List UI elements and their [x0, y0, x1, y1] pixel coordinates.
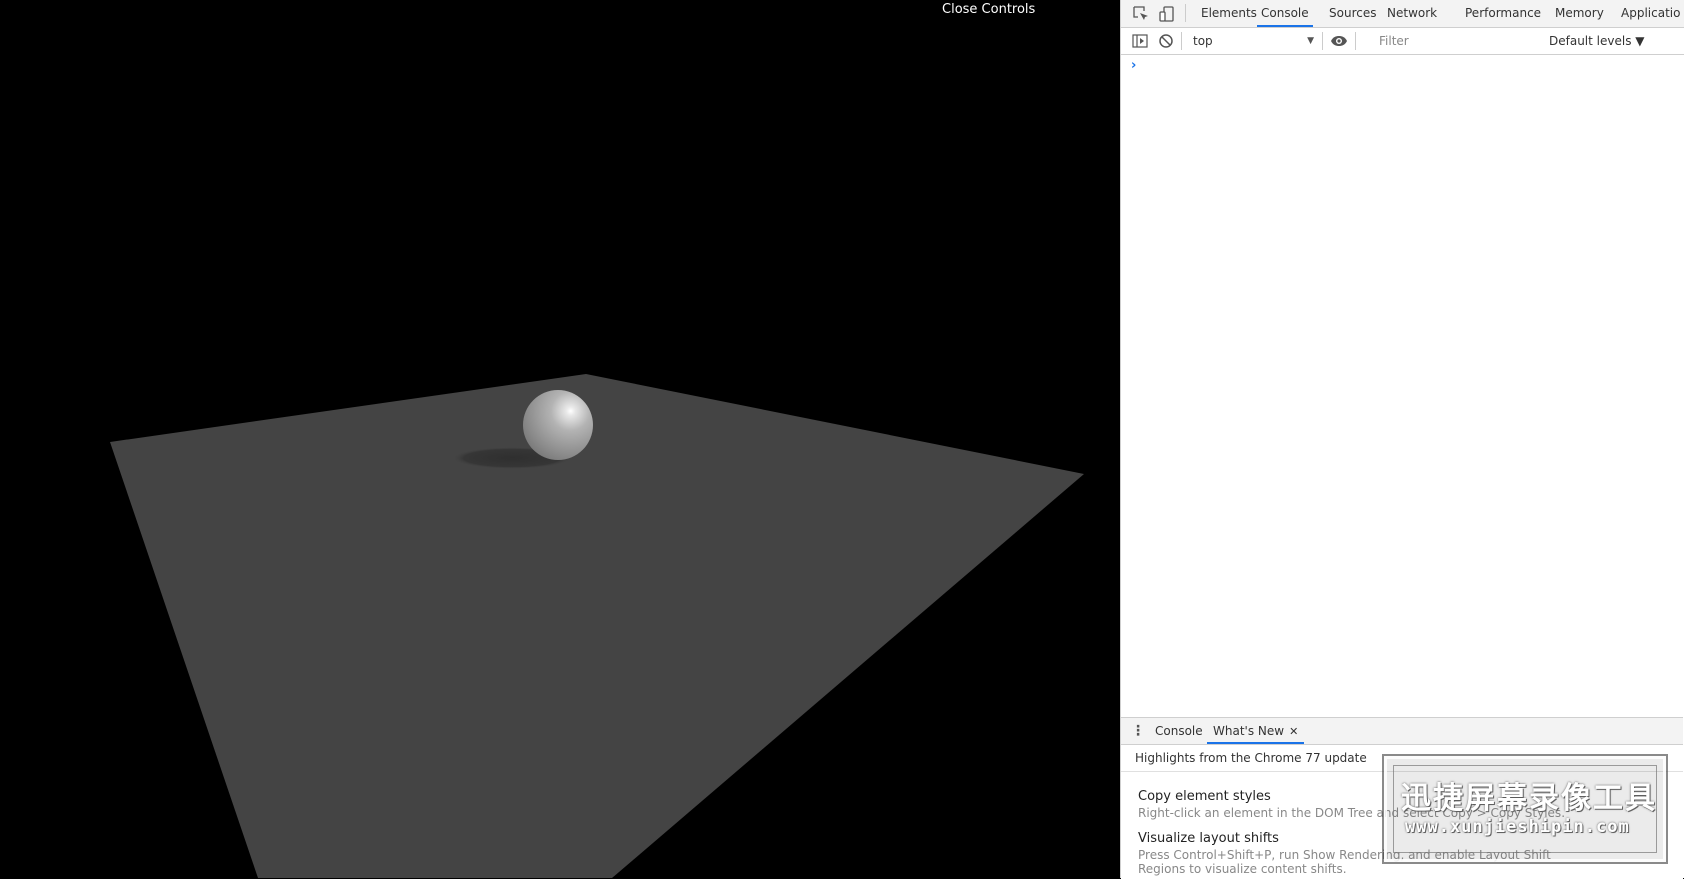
- inspect-element-icon[interactable]: [1132, 5, 1150, 23]
- drawer-tab-label: What's New: [1213, 724, 1285, 738]
- sidebar-toggle-icon[interactable]: [1131, 32, 1149, 50]
- console-toolbar: top ▼ Default levels ▼: [1121, 28, 1684, 55]
- devtools-tabbar: Elements Console Sources Network Perform…: [1121, 0, 1684, 28]
- context-value: top: [1193, 34, 1213, 48]
- tabbar-separator: [1185, 4, 1186, 22]
- eye-icon[interactable]: [1330, 32, 1348, 50]
- toolbar-separator: [1355, 32, 1356, 50]
- watermark-url: www.xunjieshipin.com: [1405, 817, 1630, 837]
- toolbar-separator: [1322, 32, 1323, 50]
- scene-render: [110, 374, 1084, 878]
- drawer-tabbar: ⋮ Console What's New ✕: [1121, 718, 1683, 745]
- drawer-tab-whats-new[interactable]: What's New ✕: [1207, 718, 1305, 744]
- toolbar-separator: [1181, 32, 1182, 50]
- filter-input[interactable]: [1373, 32, 1549, 50]
- ground-plane: [110, 374, 1084, 878]
- console-output[interactable]: ›: [1121, 54, 1683, 717]
- console-prompt: ›: [1131, 58, 1137, 73]
- webgl-scene-canvas[interactable]: Close Controls: [0, 0, 1120, 878]
- tab-elements[interactable]: Elements: [1201, 0, 1257, 26]
- chevron-down-icon: ▼: [1307, 36, 1314, 46]
- drawer-tab-console[interactable]: Console: [1155, 718, 1203, 744]
- close-controls-button[interactable]: Close Controls: [942, 2, 1035, 17]
- tab-application[interactable]: Applicatio: [1621, 0, 1680, 26]
- tab-sources[interactable]: Sources: [1329, 0, 1376, 26]
- more-options-icon[interactable]: ⋮: [1131, 722, 1145, 740]
- recorder-watermark: 迅捷屏幕录像工具 www.xunjieshipin.com: [1384, 756, 1666, 862]
- devtools-panel: Elements Console Sources Network Perform…: [1120, 0, 1684, 879]
- context-selector[interactable]: top ▼: [1189, 32, 1318, 50]
- close-icon[interactable]: ✕: [1289, 725, 1298, 738]
- watermark-title: 迅捷屏幕录像工具: [1401, 781, 1657, 816]
- device-toolbar-icon[interactable]: [1158, 5, 1176, 23]
- tab-network[interactable]: Network: [1387, 0, 1437, 26]
- tab-console[interactable]: Console: [1257, 0, 1313, 27]
- tab-memory[interactable]: Memory: [1555, 0, 1604, 26]
- clear-console-icon[interactable]: [1157, 32, 1175, 50]
- sphere: [523, 390, 593, 460]
- tab-performance[interactable]: Performance: [1465, 0, 1541, 26]
- log-levels-dropdown[interactable]: Default levels ▼: [1549, 32, 1645, 50]
